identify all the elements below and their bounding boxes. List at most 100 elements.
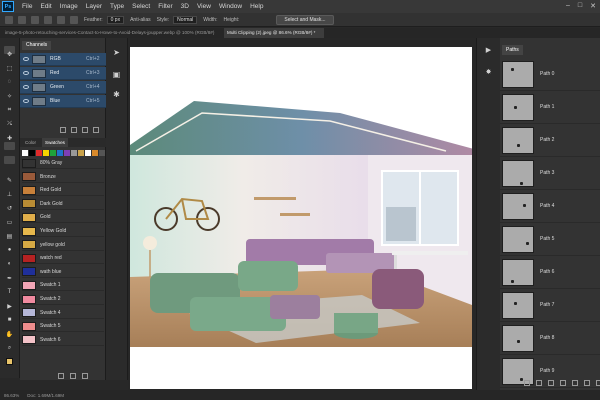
menu-window[interactable]: Window <box>219 3 242 10</box>
menu-select[interactable]: Select <box>132 3 150 10</box>
hand-tool-icon[interactable]: ✋ <box>3 328 16 340</box>
blur-tool-icon[interactable]: ● <box>3 244 16 256</box>
brush-tool-icon[interactable]: ✎ <box>3 174 16 186</box>
menu-file[interactable]: File <box>22 3 32 10</box>
path-row[interactable]: Path 8 <box>500 322 600 355</box>
swatch-row[interactable]: Yellow Gold <box>22 226 104 237</box>
swatch-row[interactable]: yellow gold <box>22 240 104 251</box>
channel-row-green[interactable]: Green Ctrl+4 <box>20 81 106 94</box>
zoom-level[interactable]: 86.63% <box>4 393 19 398</box>
swatch-chip[interactable] <box>22 185 36 195</box>
load-selection-icon[interactable] <box>60 127 66 133</box>
path-row[interactable]: Path 5 <box>500 223 600 256</box>
fill-path-icon[interactable] <box>524 380 530 386</box>
visibility-eye-icon[interactable] <box>23 85 29 89</box>
eyedropper-tool-icon[interactable]: ⤯ <box>3 118 16 130</box>
swatch-row[interactable]: watch red <box>22 253 104 265</box>
path-row[interactable]: Path 7 <box>500 289 600 322</box>
menu-edit[interactable]: Edit <box>40 3 51 10</box>
swatch-row[interactable]: Bronze <box>22 172 104 183</box>
recent-swatch[interactable] <box>22 150 28 156</box>
tab-swatches[interactable]: Swatches <box>42 138 68 147</box>
recent-swatch[interactable] <box>78 150 84 156</box>
swatch-row[interactable]: wath blue <box>22 267 104 278</box>
gradient-tool-icon[interactable]: ▤ <box>3 230 16 242</box>
swatch-chip[interactable] <box>22 212 36 222</box>
recent-swatch[interactable] <box>71 150 77 156</box>
swatch-chip[interactable] <box>22 240 36 250</box>
foreground-color-swatch[interactable] <box>6 358 13 365</box>
path-row[interactable]: Path 6 <box>500 256 600 289</box>
recent-swatch[interactable] <box>36 150 42 156</box>
trash-icon[interactable] <box>82 373 88 379</box>
swatch-chip[interactable] <box>22 226 36 236</box>
swatch-row[interactable]: Swatch 1 <box>22 280 104 292</box>
delete-path-icon[interactable] <box>596 380 600 386</box>
path-row[interactable]: Path 3 <box>500 157 600 190</box>
tab-color[interactable]: Color <box>22 138 39 147</box>
swatch-chip[interactable] <box>22 280 36 290</box>
history-brush-tool-icon[interactable]: ↺ <box>3 202 16 214</box>
menu-view[interactable]: View <box>197 3 211 10</box>
lasso-tool-icon[interactable]: ◌ <box>3 76 16 88</box>
move-tool-icon[interactable]: ✥ <box>3 48 16 60</box>
tab-document-1[interactable]: image-5-photo-retouching-services-Contac… <box>2 28 224 38</box>
tab-channels[interactable]: Channels <box>22 41 52 50</box>
close-icon[interactable]: ✕ <box>590 2 596 10</box>
settings-icon[interactable]: ✸ <box>482 66 495 78</box>
path-row[interactable]: Path 2 <box>500 124 600 157</box>
menu-3d[interactable]: 3D <box>181 3 189 10</box>
menu-help[interactable]: Help <box>250 3 263 10</box>
swatch-row[interactable]: Swatch 5 <box>22 321 104 333</box>
swatch-chip[interactable] <box>22 267 36 277</box>
magic-wand-tool-icon[interactable]: ✧ <box>3 90 16 102</box>
stamp-tool-icon[interactable]: ⊥ <box>3 188 16 200</box>
eraser-tool-icon[interactable]: ▭ <box>3 216 16 228</box>
folder-icon[interactable] <box>58 373 64 379</box>
path-select-tool-icon[interactable]: ▶ <box>3 300 16 312</box>
zoom-tool-icon[interactable]: ⌕ <box>3 342 16 354</box>
marquee-preset-icon[interactable] <box>18 15 26 24</box>
swatch-chip[interactable] <box>22 158 36 168</box>
new-selection-icon[interactable] <box>31 15 39 24</box>
new-path-icon[interactable] <box>584 380 590 386</box>
swatch-row[interactable]: Red Gold <box>22 185 104 197</box>
channel-row-blue[interactable]: Blue Ctrl+5 <box>20 95 106 108</box>
add-selection-icon[interactable] <box>44 15 52 24</box>
swatch-chip[interactable] <box>22 294 36 304</box>
swatch-chip[interactable] <box>22 335 36 345</box>
swatch-row[interactable]: Swatch 2 <box>22 294 104 305</box>
healing-tool-icon[interactable]: ✚ <box>3 132 16 144</box>
channel-row-rgb[interactable]: RGB Ctrl+2 <box>20 53 106 66</box>
swatch-row[interactable]: Dark Gold <box>22 199 104 210</box>
swatch-chip[interactable] <box>22 321 36 331</box>
shape-tool-icon[interactable]: ■ <box>3 314 16 326</box>
feather-input[interactable]: 0 px <box>106 15 125 24</box>
play-icon[interactable]: ▶ <box>482 44 495 56</box>
delete-channel-icon[interactable] <box>93 127 99 133</box>
channel-row-red[interactable]: Red Ctrl+3 <box>20 67 106 80</box>
intersect-selection-icon[interactable] <box>70 15 78 24</box>
rect-marquee-tool-icon[interactable]: ⬚ <box>3 62 16 74</box>
visibility-eye-icon[interactable] <box>23 71 29 75</box>
save-selection-icon[interactable] <box>71 127 77 133</box>
recent-swatch[interactable] <box>29 150 35 156</box>
visibility-eye-icon[interactable] <box>23 99 29 103</box>
new-channel-icon[interactable] <box>82 127 88 133</box>
swatch-row[interactable]: Gold <box>22 212 104 224</box>
make-work-path-icon[interactable] <box>560 380 566 386</box>
menu-filter[interactable]: Filter <box>158 3 172 10</box>
menu-layer[interactable]: Layer <box>86 3 102 10</box>
minimize-icon[interactable]: – <box>566 2 570 10</box>
document-canvas[interactable] <box>130 47 472 389</box>
crop-tool-icon[interactable]: ⌗ <box>3 104 16 116</box>
subtract-selection-icon[interactable] <box>57 15 65 24</box>
stroke-path-icon[interactable] <box>536 380 542 386</box>
recent-swatch[interactable] <box>92 150 98 156</box>
tab-paths[interactable]: Paths <box>502 45 523 55</box>
recent-swatch[interactable] <box>85 150 91 156</box>
visibility-eye-icon[interactable] <box>23 57 29 61</box>
path-row[interactable]: Path 1 <box>500 91 600 124</box>
swatch-row[interactable]: Swatch 6 <box>22 335 104 346</box>
select-and-mask-button[interactable]: Select and Mask... <box>276 15 334 25</box>
